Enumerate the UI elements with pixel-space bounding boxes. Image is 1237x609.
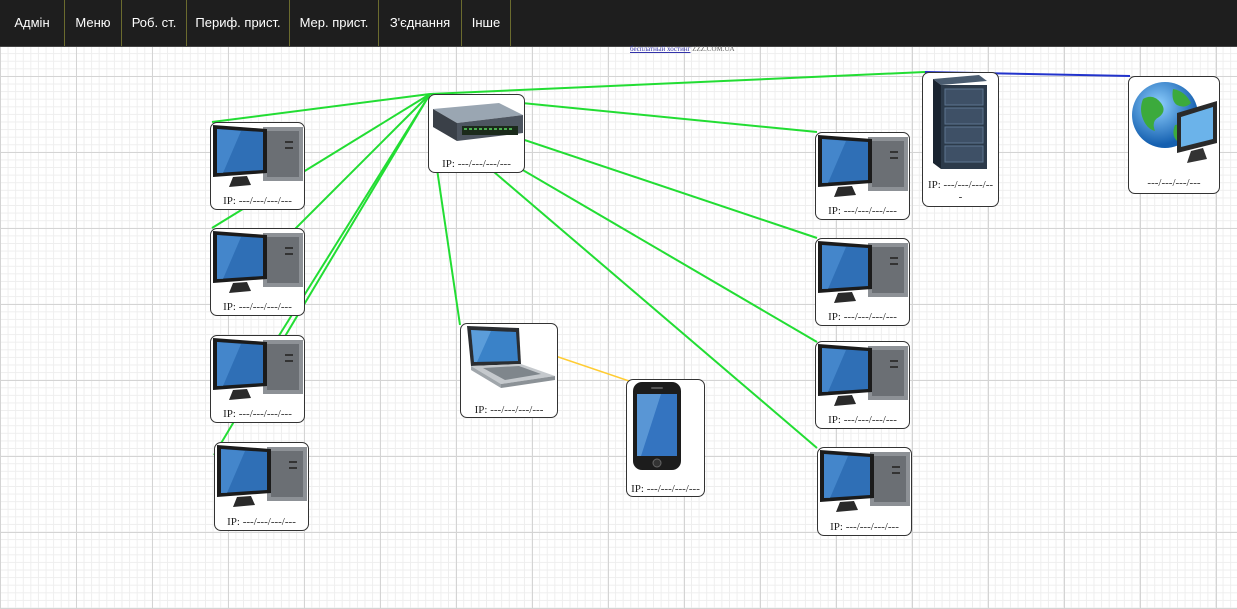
laptop-icon: [467, 326, 555, 388]
link-switch-server[interactable]: [429, 71, 926, 95]
pc-node-left-4[interactable]: IP: ---/---/---/---: [214, 442, 309, 531]
laptop-ip-label: IP: ---/---/---/---: [474, 404, 544, 416]
desktop-pc-icon: [213, 231, 303, 293]
server-ip-label: IP: ---/---/---/--: [927, 179, 994, 191]
desktop-pc-icon: [818, 241, 908, 303]
connections-layer: [211, 71, 1131, 456]
pc-ip-label: IP: ---/---/---/---: [830, 521, 899, 533]
desktop-pc-icon: [213, 338, 303, 400]
server-ip-label-cont: -: [958, 191, 963, 203]
pc-ip-label: IP: ---/---/---/---: [828, 205, 897, 217]
pc-ip-label: IP: ---/---/---/---: [223, 408, 292, 420]
link-switch-pc-left-1[interactable]: [211, 93, 431, 123]
pc-ip-label: IP: ---/---/---/---: [223, 195, 292, 207]
desktop-pc-icon: [818, 135, 908, 197]
server-node[interactable]: IP: ---/---/---/-- -: [922, 72, 999, 207]
pc-node-left-2[interactable]: IP: ---/---/---/---: [210, 228, 305, 316]
pc-ip-label: IP: ---/---/---/---: [227, 516, 296, 528]
desktop-pc-icon: [818, 344, 908, 406]
desktop-pc-icon: [217, 445, 307, 507]
phone-ip-label: IP: ---/---/---/---: [631, 483, 700, 495]
pc-node-right-4[interactable]: IP: ---/---/---/---: [817, 447, 912, 536]
server-rack-icon: [933, 75, 987, 169]
pc-ip-label: IP: ---/---/---/---: [828, 311, 897, 323]
smartphone-icon: [633, 382, 681, 470]
phone-node[interactable]: IP: ---/---/---/---: [626, 379, 705, 497]
internet-ip-label: ---/---/---/---: [1147, 177, 1201, 189]
desktop-pc-icon: [213, 125, 303, 187]
switch-ip-label: IP: ---/---/---/---: [442, 158, 511, 170]
switch-node[interactable]: IP: ---/---/---/---: [428, 94, 525, 173]
globe-monitor-icon: [1132, 82, 1217, 163]
pc-node-right-2[interactable]: IP: ---/---/---/---: [815, 238, 910, 326]
laptop-node[interactable]: IP: ---/---/---/---: [460, 323, 558, 418]
pc-node-left-3[interactable]: IP: ---/---/---/---: [210, 335, 305, 423]
link-switch-pc-right-3[interactable]: [479, 144, 818, 343]
internet-node[interactable]: ---/---/---/---: [1128, 76, 1220, 194]
pc-ip-label: IP: ---/---/---/---: [828, 414, 897, 426]
pc-node-right-1[interactable]: IP: ---/---/---/---: [815, 132, 910, 220]
link-switch-pc-right-2[interactable]: [479, 124, 818, 239]
pc-node-left-1[interactable]: IP: ---/---/---/---: [210, 122, 305, 210]
switch-icon: [433, 103, 523, 141]
pc-node-right-3[interactable]: IP: ---/---/---/---: [815, 341, 910, 429]
desktop-pc-icon: [820, 450, 910, 512]
pc-ip-label: IP: ---/---/---/---: [223, 301, 292, 313]
